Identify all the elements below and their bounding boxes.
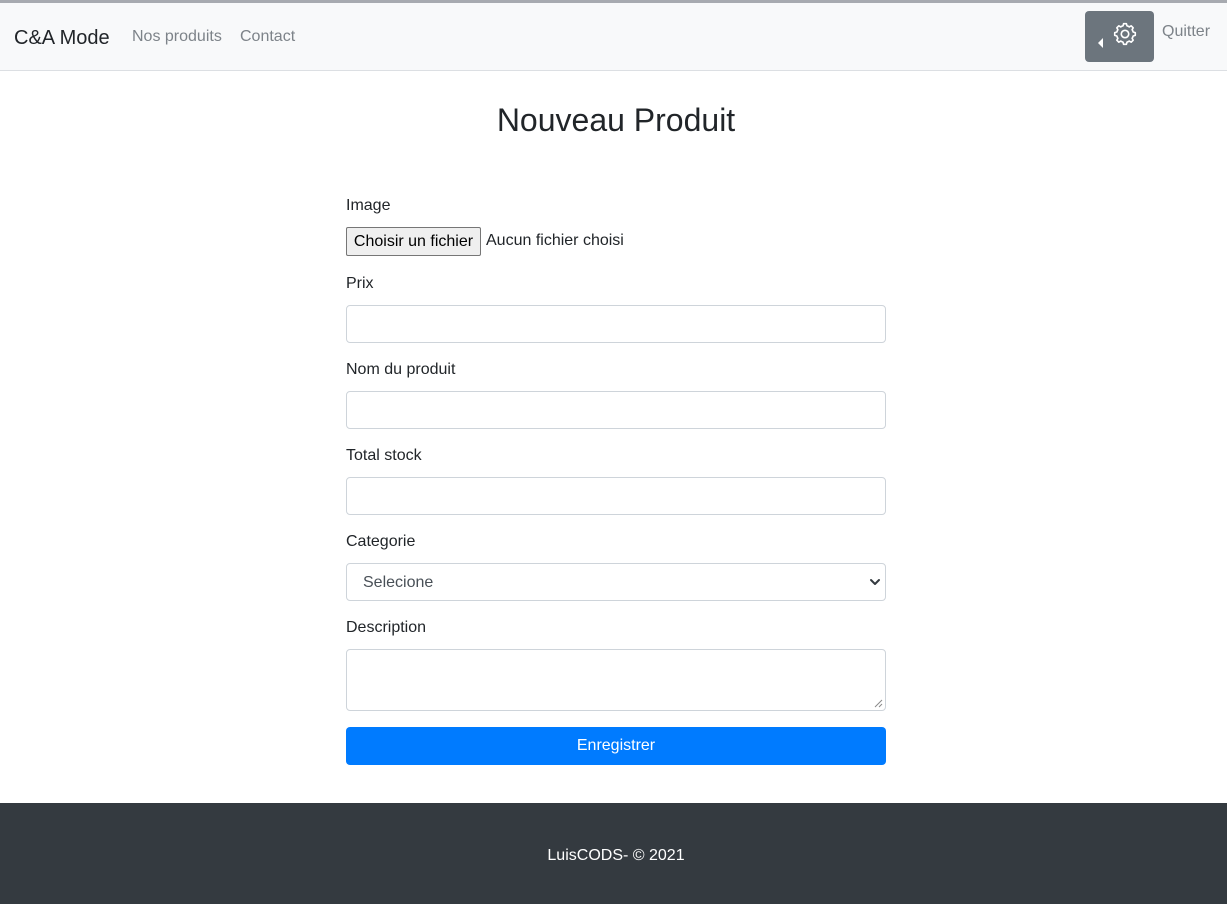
choose-file-button[interactable]: Choisir un fichier — [346, 227, 481, 256]
resize-grip-icon[interactable] — [874, 699, 883, 708]
price-label: Prix — [346, 275, 374, 292]
price-input[interactable] — [346, 305, 886, 343]
caret-left-icon — [1098, 38, 1103, 48]
file-status-text: Aucun fichier choisi — [486, 232, 624, 249]
chevron-down-icon — [870, 579, 880, 585]
page-title: Nouveau Produit — [496, 102, 736, 138]
nav-link-quitter[interactable]: Quitter — [1162, 22, 1210, 42]
product-name-input[interactable] — [346, 391, 886, 429]
footer: LuisCODS- © 2021 — [0, 803, 1227, 904]
description-textarea[interactable] — [346, 649, 886, 711]
image-label: Image — [346, 197, 391, 214]
category-select[interactable]: Selecione — [346, 563, 886, 601]
nav-link-nos-produits[interactable]: Nos produits — [132, 27, 222, 47]
category-selected-value: Selecione — [363, 574, 434, 591]
save-button[interactable]: Enregistrer — [346, 727, 886, 765]
navbar-brand[interactable]: C&A Mode — [14, 26, 110, 50]
product-name-label: Nom du produit — [346, 361, 456, 378]
total-stock-label: Total stock — [346, 447, 422, 464]
settings-dropdown-button[interactable] — [1085, 11, 1154, 62]
description-label: Description — [346, 619, 427, 636]
category-label: Categorie — [346, 533, 416, 550]
gear-icon — [1113, 22, 1137, 46]
nav-link-contact[interactable]: Contact — [240, 27, 295, 47]
navbar: C&A Mode Nos produits Contact Quitter — [0, 3, 1227, 71]
footer-copyright: LuisCODS- © 2021 — [547, 847, 685, 864]
total-stock-input[interactable] — [346, 477, 886, 515]
